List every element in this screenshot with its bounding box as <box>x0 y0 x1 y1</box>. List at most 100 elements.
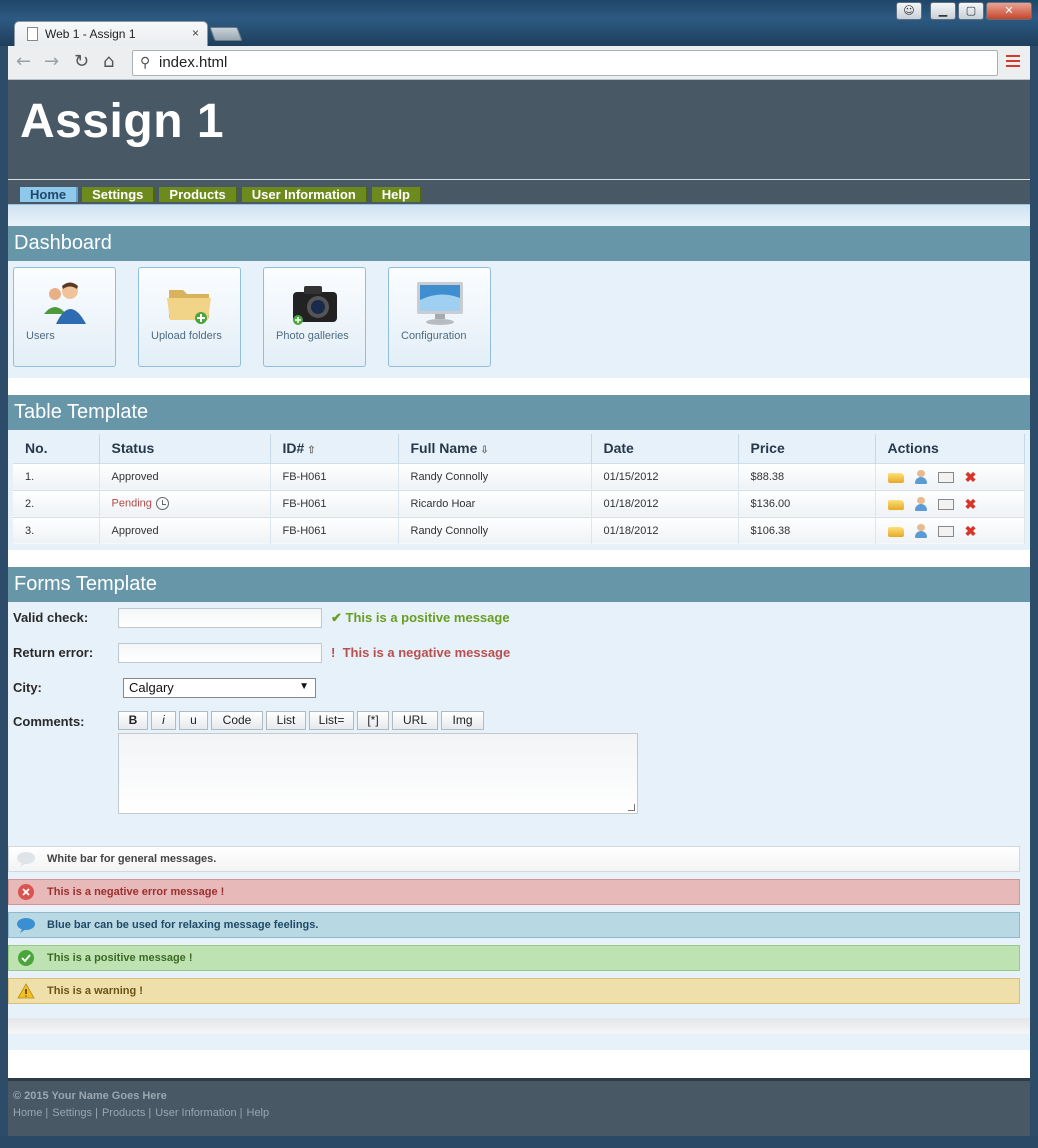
dashboard-tile-users[interactable]: Users <box>13 267 116 367</box>
column-header-no: No. <box>13 434 100 463</box>
url-button[interactable]: URL <box>392 711 438 730</box>
close-window-button[interactable]: ✕ <box>986 2 1032 20</box>
exclamation-icon: ! <box>331 645 336 660</box>
open-folder-icon[interactable] <box>887 499 904 510</box>
column-header-id[interactable]: ID# ⇧ <box>270 434 399 463</box>
list-item-button[interactable]: [*] <box>357 711 389 730</box>
nav-help[interactable]: Help <box>371 187 422 202</box>
column-header-price[interactable]: Price <box>738 434 876 463</box>
tile-label: Users <box>26 330 55 342</box>
underline-button[interactable]: u <box>179 711 208 730</box>
delete-icon[interactable]: ✖ <box>963 524 979 538</box>
city-select[interactable]: Calgary ▼ <box>123 678 316 698</box>
footer-link-user-information[interactable]: User Information | <box>155 1107 242 1119</box>
cell-no: 3. <box>13 516 100 544</box>
editor-toolbar: B i u Code List List= [*] URL Img <box>118 711 484 730</box>
dashboard-tile-upload-folders[interactable]: Upload folders <box>138 267 241 367</box>
nav-home[interactable]: Home <box>20 187 79 202</box>
address-bar[interactable]: ⚲ index.html <box>132 50 998 76</box>
alert-error-text: This is a negative error message ! <box>47 886 225 898</box>
delete-icon[interactable]: ✖ <box>963 470 979 484</box>
sort-descending-icon[interactable]: ⇩ <box>480 445 488 456</box>
column-header-date[interactable]: Date <box>591 434 739 463</box>
image-button[interactable]: Img <box>441 711 484 730</box>
browser-toolbar: ← → ↻ ⌂ ⚲ index.html <box>8 46 1030 80</box>
open-folder-icon[interactable] <box>887 526 904 537</box>
cell-price: $88.38 <box>738 462 876 490</box>
table-panel: No. Status ID# ⇧ Full Name ⇩ Date Price Ac… <box>8 430 1030 550</box>
camera-icon <box>293 286 337 325</box>
dashboard-tile-photo-galleries[interactable]: Photo galleries <box>263 267 366 367</box>
error-icon <box>18 884 34 900</box>
browser-tab[interactable]: Web 1 - Assign 1 × <box>14 21 208 47</box>
valid-check-label: Valid check: <box>13 610 89 625</box>
cell-actions: ✖ <box>875 462 1025 490</box>
list-button[interactable]: List <box>266 711 306 730</box>
cell-id: FB-H061 <box>270 462 399 490</box>
mail-icon[interactable] <box>937 499 954 510</box>
maximize-button[interactable]: ▢ <box>958 2 984 20</box>
back-icon[interactable]: ← <box>16 52 31 72</box>
status-pending: Pending <box>111 497 152 510</box>
alert-general: White bar for general messages. <box>8 846 1020 872</box>
negative-message: ! This is a negative message <box>331 645 511 660</box>
window-controls: ☺ ▁ ▢ ✕ <box>896 2 1032 20</box>
mail-icon[interactable] <box>937 526 954 538</box>
cell-status: Approved <box>99 516 271 544</box>
nav-user-information[interactable]: User Information <box>241 187 368 202</box>
section-spacer <box>8 378 1030 395</box>
ordered-list-button[interactable]: List= <box>309 711 354 730</box>
content-bottom-divider <box>8 1018 1030 1034</box>
monitor-icon <box>417 282 463 325</box>
profile-button[interactable]: ☺ <box>896 2 922 20</box>
clock-icon <box>155 497 169 510</box>
header-divider <box>8 204 1030 226</box>
mail-icon[interactable] <box>937 472 954 483</box>
valid-check-input[interactable] <box>118 608 322 628</box>
data-table: No. Status ID# ⇧ Full Name ⇩ Date Price Ac… <box>13 434 1025 544</box>
user-icon[interactable] <box>913 523 929 538</box>
column-header-full-name[interactable]: Full Name ⇩ <box>398 434 592 463</box>
menu-icon[interactable] <box>1006 55 1020 69</box>
italic-button[interactable]: i <box>151 711 176 730</box>
new-tab-button[interactable] <box>209 27 243 41</box>
user-icon[interactable] <box>913 469 929 484</box>
table-heading: Table Template <box>8 395 1030 430</box>
sort-ascending-icon[interactable]: ⇧ <box>307 445 315 456</box>
table-row: 3. Approved FB-H061 Randy Connolly 01/18… <box>13 516 1025 544</box>
main-nav: Home Settings Products User Information … <box>8 180 1030 204</box>
column-header-status[interactable]: Status <box>99 434 271 463</box>
code-button[interactable]: Code <box>211 711 263 730</box>
open-folder-icon[interactable] <box>887 472 904 483</box>
reload-icon[interactable]: ↻ <box>74 52 89 72</box>
window-border-left <box>0 46 8 1136</box>
tile-label: Configuration <box>401 330 467 342</box>
dashboard-tile-configuration[interactable]: Configuration <box>388 267 491 367</box>
nav-products[interactable]: Products <box>159 187 238 202</box>
footer-link-settings[interactable]: Settings | <box>52 1107 98 1119</box>
home-icon[interactable]: ⌂ <box>103 52 114 72</box>
user-icon[interactable] <box>913 496 929 511</box>
cell-date: 01/18/2012 <box>591 516 739 544</box>
footer-link-products[interactable]: Products | <box>102 1107 151 1119</box>
page-icon <box>27 27 38 41</box>
check-circle-icon <box>18 950 34 966</box>
alert-warning: This is a warning ! <box>8 978 1020 1004</box>
nav-settings[interactable]: Settings <box>82 187 156 202</box>
speech-bubble-icon <box>17 852 35 867</box>
footer-link-home[interactable]: Home | <box>13 1107 48 1119</box>
cell-actions: ✖ <box>875 516 1025 544</box>
page-viewport: Assign 1 Home Settings Products User Inf… <box>8 80 1030 1136</box>
tab-close-icon[interactable]: × <box>192 26 199 40</box>
footer-link-help[interactable]: Help <box>247 1107 270 1119</box>
positive-message: ✔ This is a positive message <box>331 610 510 625</box>
comments-textarea[interactable] <box>118 733 638 814</box>
minimize-button[interactable]: ▁ <box>930 2 956 20</box>
city-label: City: <box>13 680 42 695</box>
return-error-input[interactable] <box>118 643 322 663</box>
table-row: 1. Approved FB-H061 Randy Connolly 01/15… <box>13 462 1025 490</box>
bold-button[interactable]: B <box>118 711 148 730</box>
forward-icon[interactable]: → <box>44 52 59 72</box>
delete-icon[interactable]: ✖ <box>963 497 979 511</box>
dashboard-heading: Dashboard <box>8 226 1030 261</box>
